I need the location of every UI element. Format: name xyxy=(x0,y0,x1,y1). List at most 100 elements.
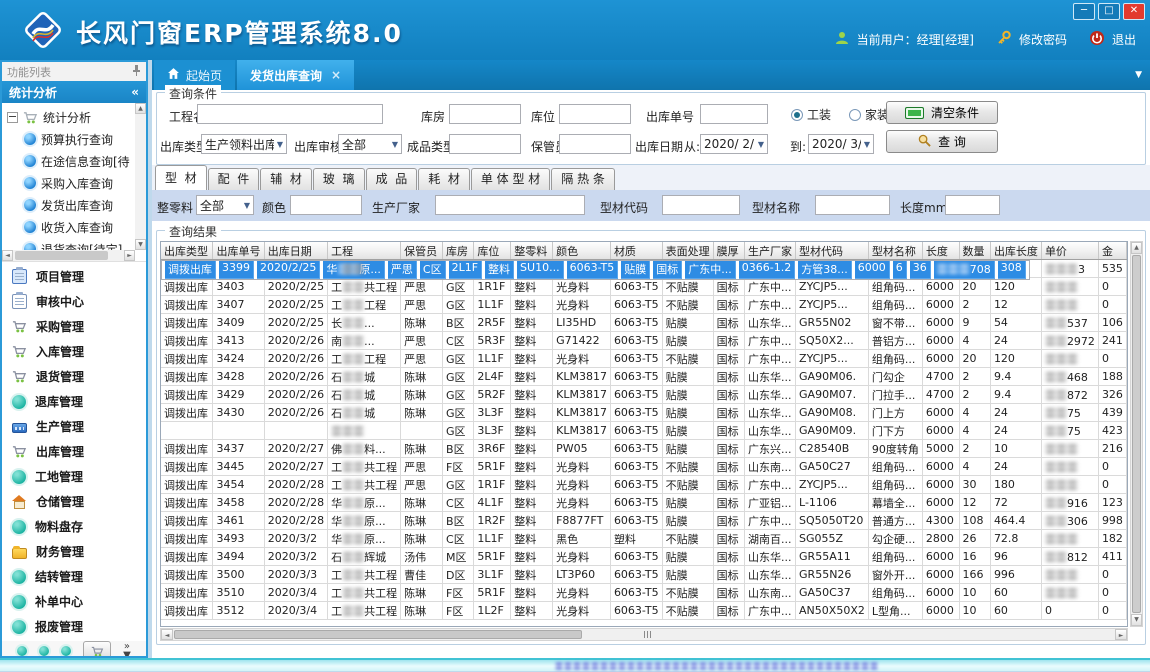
clear-conditions-button[interactable]: 清空条件 xyxy=(886,101,998,124)
sidebar-item-结转管理[interactable]: 结转管理 xyxy=(2,564,146,589)
column-header[interactable]: 库房 xyxy=(443,242,474,260)
sidebar-item-采购管理[interactable]: 采购管理 xyxy=(2,314,146,339)
table-row[interactable]: 调拨出库35102020/3/4工〓〓共工程陈琳F区5R1F整料光身料6063-… xyxy=(161,584,1127,602)
column-header[interactable]: 单价 xyxy=(1041,242,1098,260)
warehouse-input[interactable] xyxy=(449,104,521,124)
sidebar-item-仓储管理[interactable]: 仓储管理 xyxy=(2,489,146,514)
scroll-right-icon[interactable]: ► xyxy=(124,250,135,261)
sidebar-item-退货管理[interactable]: 退货管理 xyxy=(2,364,146,389)
table-row[interactable]: 调拨出库34932020/3/2华〓〓原...陈琳C区1L1F整料黑色塑料不贴膜… xyxy=(161,530,1127,548)
table-row[interactable]: 调拨出库33992020/2/25华〓〓原...严思C区2L1F整料SU10..… xyxy=(161,260,1030,280)
tree-item[interactable]: 采购入库查询 xyxy=(7,172,132,194)
footer-dot-icon[interactable] xyxy=(39,646,49,656)
sidebar-item-物料盘存[interactable]: 物料盘存 xyxy=(2,514,146,539)
scroll-right-icon[interactable]: ► xyxy=(1115,629,1127,640)
minimize-button[interactable]: ─ xyxy=(1073,3,1095,20)
column-header[interactable]: 金 xyxy=(1098,242,1126,260)
scroll-down-icon[interactable]: ▼ xyxy=(1131,614,1142,626)
date-to-select[interactable]: 2020/ 3/16▼ xyxy=(808,134,874,154)
outbound-type-select[interactable]: 生产领料出库▼ xyxy=(201,134,287,154)
column-header[interactable]: 保管员 xyxy=(401,242,443,260)
keeper-input[interactable] xyxy=(559,134,631,154)
column-header[interactable]: 表面处理 xyxy=(662,242,713,260)
table-row[interactable]: 调拨出库34302020/2/26石〓〓城陈琳G区3L3F整料KLM381760… xyxy=(161,404,1127,422)
whole-piece-select[interactable]: 全部▼ xyxy=(196,195,254,215)
sidebar-item-生产管理[interactable]: 生产管理 xyxy=(2,414,146,439)
column-header[interactable]: 长度 xyxy=(922,242,959,260)
footer-cart-button[interactable] xyxy=(83,641,111,658)
table-row[interactable]: 调拨出库34542020/2/28工〓〓共工程严思G区1R1F整料光身料6063… xyxy=(161,476,1127,494)
tree-item[interactable]: 发货出库查询 xyxy=(7,194,132,216)
radio-jiazhuang[interactable]: 家装 xyxy=(849,106,889,123)
table-row[interactable]: 调拨出库34132020/2/26南〓〓...严思C区5R3F整料G714226… xyxy=(161,332,1127,350)
material-tab[interactable]: 辅 材 xyxy=(260,168,312,190)
column-header[interactable]: 材质 xyxy=(610,242,662,260)
material-tab[interactable]: 玻 璃 xyxy=(313,168,365,190)
column-header[interactable]: 出库长度 xyxy=(990,242,1041,260)
table-row[interactable]: 调拨出库34072020/2/25工〓〓工程严思G区1L1F整料光身料6063-… xyxy=(161,296,1127,314)
color-input[interactable] xyxy=(290,195,362,215)
table-row[interactable]: 调拨出库35122020/3/4工〓〓共工程陈琳F区1L2F整料光身料6063-… xyxy=(161,602,1127,620)
scroll-left-icon[interactable]: ◄ xyxy=(161,629,173,640)
grid-vertical-scrollbar[interactable]: ▲ ▼ xyxy=(1130,241,1143,627)
close-tab-icon[interactable]: × xyxy=(331,68,341,82)
table-row[interactable]: 调拨出库34282020/2/26石〓〓城陈琳G区2L4F整料KLM381760… xyxy=(161,368,1127,386)
project-name-input[interactable] xyxy=(197,104,383,124)
tree-horizontal-scrollbar[interactable]: ◄ ► xyxy=(2,250,135,261)
tree-expand-icon[interactable] xyxy=(7,112,18,123)
radio-gongzhuang[interactable]: 工装 xyxy=(791,106,831,123)
logout-link[interactable]: 退出 xyxy=(1112,31,1136,48)
material-tab[interactable]: 配 件 xyxy=(208,168,260,190)
footer-dot-icon[interactable] xyxy=(61,646,71,656)
tab-list-caret-icon[interactable]: ▼ xyxy=(1135,70,1142,80)
table-row[interactable]: 调拨出库34292020/2/26石〓〓城陈琳G区5R2F整料KLM381760… xyxy=(161,386,1127,404)
profile-code-input[interactable] xyxy=(662,195,740,215)
material-tab[interactable]: 耗 材 xyxy=(418,168,470,190)
column-header[interactable]: 出库类型 xyxy=(161,242,213,260)
table-row[interactable]: 调拨出库34242020/2/26工〓〓工程严思G区1L1F整料光身料6063-… xyxy=(161,350,1127,368)
sidebar-item-财务管理[interactable]: 财务管理 xyxy=(2,539,146,564)
product-type-input[interactable] xyxy=(449,134,521,154)
scroll-left-icon[interactable]: ◄ xyxy=(2,250,13,261)
profile-name-input[interactable] xyxy=(815,195,890,215)
footer-more-button[interactable]: »▼ xyxy=(123,642,131,658)
collapse-icon[interactable]: « xyxy=(131,85,139,99)
column-header[interactable]: 数量 xyxy=(959,242,990,260)
sidebar-item-出库管理[interactable]: 出库管理 xyxy=(2,439,146,464)
tree-vertical-scrollbar[interactable]: ▲ ▼ xyxy=(135,103,146,250)
table-row[interactable]: 调拨出库34092020/2/25长〓〓...陈琳B区2R5F整料LI35HD6… xyxy=(161,314,1127,332)
table-row[interactable]: 调拨出库34032020/2/25工〓〓共工程严思G区1R1F整料光身料6063… xyxy=(161,278,1127,296)
table-row[interactable]: 调拨出库34582020/2/28华〓〓原...陈琳C区4L1F整料光身料606… xyxy=(161,494,1127,512)
sidebar-item-工地管理[interactable]: 工地管理 xyxy=(2,464,146,489)
scroll-down-icon[interactable]: ▼ xyxy=(135,239,146,250)
change-password-link[interactable]: 修改密码 xyxy=(1019,31,1067,48)
sidebar-item-审核中心[interactable]: 审核中心 xyxy=(2,289,146,314)
column-header[interactable]: 工程 xyxy=(328,242,401,260)
outbound-audit-select[interactable]: 全部▼ xyxy=(338,134,402,154)
table-row[interactable]: 〓〓〓G区3L3F整料KLM38176063-T5贴膜国标山东华...GA90M… xyxy=(161,422,1127,440)
scrollbar-thumb[interactable] xyxy=(1132,255,1141,613)
column-header[interactable]: 生产厂家 xyxy=(745,242,796,260)
column-header[interactable]: 型材代码 xyxy=(796,242,869,260)
table-row[interactable]: 调拨出库34452020/2/27工〓〓共工程严思F区5R1F整料光身料6063… xyxy=(161,458,1127,476)
outbound-no-input[interactable] xyxy=(700,104,768,124)
column-header[interactable]: 膜厚 xyxy=(713,242,744,260)
tree-item[interactable]: 预算执行查询 xyxy=(7,128,132,150)
sidebar-item-退库管理[interactable]: 退库管理 xyxy=(2,389,146,414)
material-tab[interactable]: 单 体 型 材 xyxy=(471,168,550,190)
sidebar-item-入库管理[interactable]: 入库管理 xyxy=(2,339,146,364)
table-row[interactable]: 调拨出库34612020/2/28华〓〓原...陈琳B区1R2F整料F8877F… xyxy=(161,512,1127,530)
sidebar-item-项目管理[interactable]: 项目管理 xyxy=(2,264,146,289)
material-tab[interactable]: 隔 热 条 xyxy=(551,168,615,190)
scroll-up-icon[interactable]: ▲ xyxy=(1131,242,1142,254)
column-header[interactable]: 整零料 xyxy=(511,242,553,260)
column-header[interactable]: 库位 xyxy=(474,242,511,260)
search-button[interactable]: 查 询 xyxy=(886,130,998,153)
sidebar-item-补单中心[interactable]: 补单中心 xyxy=(2,589,146,614)
column-header[interactable]: 颜色 xyxy=(553,242,611,260)
tab-发货出库查询[interactable]: 发货出库查询 × xyxy=(237,60,354,90)
column-header[interactable]: 出库日期 xyxy=(264,242,327,260)
table-row[interactable]: 调拨出库35002020/3/3工〓〓共工程曹佳D区3L1F整料LT3P6060… xyxy=(161,566,1127,584)
material-tab[interactable]: 型 材 xyxy=(155,165,207,190)
scroll-up-icon[interactable]: ▲ xyxy=(135,103,146,114)
